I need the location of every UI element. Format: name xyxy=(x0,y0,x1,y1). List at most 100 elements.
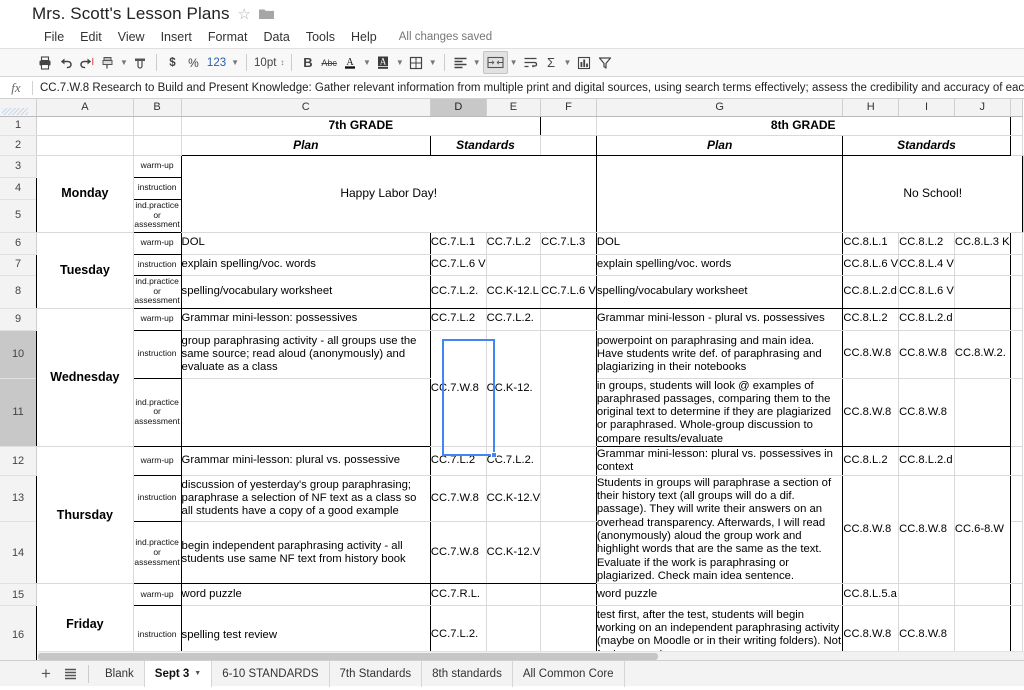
segment-practice-tue[interactable]: ind.practice or assessment xyxy=(133,275,181,308)
row-header-10[interactable]: 10 xyxy=(0,330,37,378)
row-header-14[interactable]: 14 xyxy=(0,521,37,584)
strikethrough-button[interactable]: Abc xyxy=(318,51,340,74)
column-header-f[interactable]: F xyxy=(541,99,597,116)
day-tuesday[interactable]: Tuesday xyxy=(37,232,134,308)
segment-instruction-mon[interactable]: instruction xyxy=(133,177,181,199)
tuesday-instruction-std8-3[interactable] xyxy=(954,254,1010,275)
monday-plan-7[interactable]: Happy Labor Day! xyxy=(181,155,596,232)
text-color-icon[interactable]: A xyxy=(340,51,361,74)
sheet-tab-6-10-standards[interactable]: 6-10 STANDARDS xyxy=(212,661,329,687)
sheet-tab-all-common-core[interactable]: All Common Core xyxy=(513,661,625,687)
friday-warmup-std8-2[interactable] xyxy=(899,584,955,606)
friday-warmup-plan-7[interactable]: word puzzle xyxy=(181,584,430,606)
sheet-tab-7th-standards[interactable]: 7th Standards xyxy=(330,661,423,687)
row-header-1[interactable]: 1 xyxy=(0,116,37,135)
row-header-12[interactable]: 12 xyxy=(0,447,37,476)
tuesday-instruction-std7-1[interactable]: CC.7.L.6 V xyxy=(430,254,486,275)
thursday-instruction-plan-7[interactable]: discussion of yesterday's group paraphra… xyxy=(181,475,430,521)
segment-practice-wed[interactable]: ind.practice or assessment xyxy=(133,378,181,447)
row-header-8[interactable]: 8 xyxy=(0,275,37,308)
font-size-value[interactable]: 10pt xyxy=(252,51,278,74)
number-format-button[interactable]: 123 xyxy=(204,51,229,74)
tuesday-practice-std8-1[interactable]: CC.8.L.2.d xyxy=(843,275,899,308)
tuesday-practice-std8-3[interactable] xyxy=(954,275,1010,308)
segment-warmup-wed[interactable]: warm-up xyxy=(133,308,181,330)
header-grade7[interactable]: 7th GRADE xyxy=(181,116,541,135)
wednesday-practice-std8-2[interactable]: CC.8.W.8 xyxy=(899,378,955,447)
wednesday-warmup-std8-3[interactable] xyxy=(954,308,1010,330)
wednesday-practice-plan-8[interactable]: in groups, students will look @ examples… xyxy=(596,378,843,447)
friday-warmup-std8-1[interactable]: CC.8.L.5.a xyxy=(843,584,899,606)
sheet-tab-blank[interactable]: Blank xyxy=(95,661,145,687)
filter-icon[interactable] xyxy=(594,51,615,74)
undo-icon[interactable] xyxy=(55,51,76,74)
column-header-e[interactable]: E xyxy=(486,99,540,116)
formula-input[interactable]: CC.7.W.8 Research to Build and Present K… xyxy=(33,82,1024,94)
thursday-warmup-std8-2[interactable]: CC.8.L.2.d xyxy=(899,447,955,476)
all-sheets-icon[interactable] xyxy=(58,662,82,686)
monday-plan-8[interactable]: No School! xyxy=(843,155,1023,232)
thursday-practice-std7-2[interactable]: CC.K-12.V xyxy=(486,521,540,584)
fill-color-caret-icon[interactable]: ▼ xyxy=(394,51,406,74)
cell-f3[interactable] xyxy=(596,155,843,232)
segment-practice-mon[interactable]: ind.practice or assessment xyxy=(133,199,181,232)
wednesday-std7-1[interactable]: CC.7.W.8 xyxy=(430,330,486,447)
tuesday-instruction-std7-2[interactable] xyxy=(486,254,540,275)
tuesday-instruction-plan-8[interactable]: explain spelling/voc. words xyxy=(596,254,843,275)
tuesday-warmup-plan-8[interactable]: DOL xyxy=(596,232,843,254)
wednesday-warmup-std7-3[interactable] xyxy=(541,308,597,330)
thursday-warmup-std7-2[interactable]: CC.7.L.2. xyxy=(486,447,540,476)
chart-icon[interactable] xyxy=(573,51,594,74)
row-header-11[interactable]: 11 xyxy=(0,378,37,447)
thursday-warmup-plan-8[interactable]: Grammar mini-lesson: plural vs. possessi… xyxy=(596,447,843,476)
tuesday-warmup-std8-2[interactable]: CC.8.L.2 xyxy=(899,232,955,254)
row-header-16[interactable]: 16 xyxy=(0,606,37,660)
merge-cells-icon[interactable] xyxy=(483,51,508,74)
tuesday-practice-std8-2[interactable]: CC.8.L.6 V xyxy=(899,275,955,308)
header-grade8[interactable]: 8th GRADE xyxy=(596,116,1010,135)
segment-instruction-thu[interactable]: instruction xyxy=(133,475,181,521)
thursday-practice-plan-7[interactable]: begin independent paraphrasing activity … xyxy=(181,521,430,584)
horizontal-scrollbar[interactable] xyxy=(38,651,1024,660)
row-header-4[interactable]: 4 xyxy=(0,177,37,199)
column-header-g[interactable]: G xyxy=(596,99,843,116)
select-all-corner[interactable] xyxy=(0,99,37,116)
cell-a1[interactable] xyxy=(37,116,134,135)
friday-warmup-std7-1[interactable]: CC.7.R.L. xyxy=(430,584,486,606)
borders-caret-icon[interactable]: ▼ xyxy=(427,51,439,74)
clear-format-icon[interactable] xyxy=(130,51,151,74)
row-header-3[interactable]: 3 xyxy=(0,155,37,177)
segment-warmup-thu[interactable]: warm-up xyxy=(133,447,181,476)
row-header-9[interactable]: 9 xyxy=(0,308,37,330)
row-header-2[interactable]: 2 xyxy=(0,135,37,155)
wednesday-instruction-std8-2[interactable]: CC.8.W.8 xyxy=(899,330,955,378)
thursday-plan-8-big[interactable]: Students in groups will paraphrase a sec… xyxy=(596,475,843,584)
cell-b2[interactable] xyxy=(133,135,181,155)
tuesday-practice-plan-8[interactable]: spelling/vocabulary worksheet xyxy=(596,275,843,308)
wednesday-warmup-std7-1[interactable]: CC.7.L.2 xyxy=(430,308,486,330)
tuesday-instruction-std8-1[interactable]: CC.8.L.6 V xyxy=(843,254,899,275)
align-caret-icon[interactable]: ▼ xyxy=(471,51,483,74)
column-header-c[interactable]: C xyxy=(181,99,430,116)
segment-instruction-wed[interactable]: instruction xyxy=(133,330,181,378)
column-header-b[interactable]: B xyxy=(133,99,181,116)
tuesday-warmup-std8-3[interactable]: CC.8.L.3 K xyxy=(954,232,1010,254)
tuesday-instruction-std8-2[interactable]: CC.8.L.4 V xyxy=(899,254,955,275)
folder-icon[interactable] xyxy=(259,8,274,20)
header-plan-7[interactable]: Plan xyxy=(181,135,430,155)
column-header-j[interactable]: J xyxy=(954,99,1010,116)
wednesday-instruction-plan-8[interactable]: powerpoint on paraphrasing and main idea… xyxy=(596,330,843,378)
day-thursday[interactable]: Thursday xyxy=(37,447,134,584)
cell-f1[interactable] xyxy=(541,116,597,135)
wednesday-warmup-plan-7[interactable]: Grammar mini-lesson: possessives xyxy=(181,308,430,330)
sheet-tab-8th-standards[interactable]: 8th standards xyxy=(422,661,513,687)
menu-file[interactable]: File xyxy=(36,28,72,46)
day-friday[interactable]: Friday xyxy=(37,584,134,660)
cell-f2[interactable] xyxy=(541,135,597,155)
paint-format-icon[interactable] xyxy=(97,51,118,74)
wednesday-warmup-std8-2[interactable]: CC.8.L.2.d xyxy=(899,308,955,330)
row-header-7[interactable]: 7 xyxy=(0,254,37,275)
segment-warmup-tue[interactable]: warm-up xyxy=(133,232,181,254)
sheet-tab-sept-3[interactable]: Sept 3 ▼ xyxy=(145,661,212,687)
thursday-warmup-std7-3[interactable] xyxy=(541,447,597,476)
